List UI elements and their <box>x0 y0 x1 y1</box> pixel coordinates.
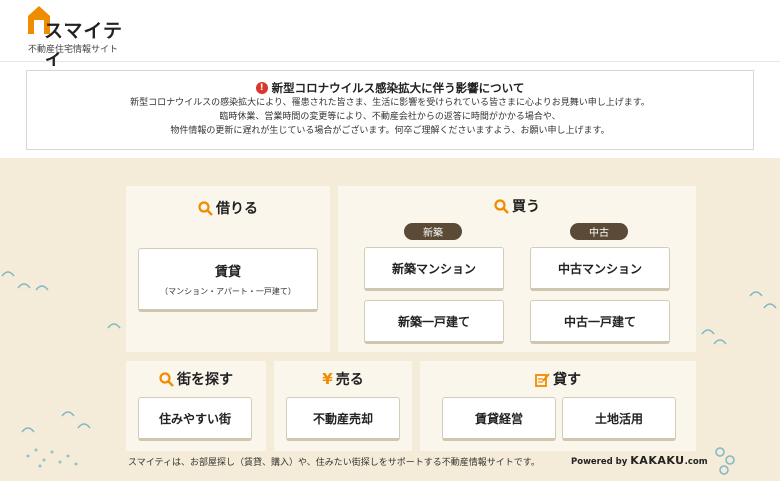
used-mansion-button[interactable]: 中古マンション <box>530 247 670 291</box>
rental-button[interactable]: 賃貸 （マンション・アパート・一戸建て） <box>138 248 318 312</box>
edit-icon <box>535 372 550 387</box>
land-use-button[interactable]: 土地活用 <box>562 397 676 441</box>
rent-panel: 借りる 賃貸 （マンション・アパート・一戸建て） <box>126 186 330 352</box>
buy-panel-title: 買う <box>338 196 696 216</box>
rent-title: 借りる <box>216 201 258 217</box>
notice-line: 臨時休業、営業時間の変更等により、不動産会社からの返答に時間がかかる場合や、 <box>219 112 561 122</box>
site-description: スマイティは、お部屋探し（賃貸、購入）や、住みたい街探しをサポートする不動産情報… <box>128 458 540 468</box>
powered-by-label: Powered by <box>571 457 628 467</box>
used-tag: 中古 <box>570 223 628 240</box>
real-estate-sale-button[interactable]: 不動産売却 <box>286 397 400 441</box>
alert-icon: ! <box>255 82 268 94</box>
town-title: 街を探す <box>177 372 233 388</box>
cloud-icon <box>701 291 777 345</box>
new-build-tag: 新築 <box>404 223 462 240</box>
notice-line: 物件情報の更新に遅れが生じている場合がございます。何卒ご理解くださいますよう、お… <box>170 126 610 136</box>
buy-title: 買う <box>512 199 540 215</box>
sell-title: 売る <box>335 372 364 388</box>
lend-title: 貸す <box>553 372 581 388</box>
notice-title: ! 新型コロナウイルス感染拡大に伴う影響について <box>27 80 753 96</box>
site-header: スマイティ 不動産住宅情報サイト <box>0 0 780 69</box>
rental-button-sublabel: （マンション・アパート・一戸建て） <box>160 287 296 296</box>
sell-panel-title: ¥ 売る <box>274 369 412 389</box>
search-icon <box>198 200 213 216</box>
new-house-button[interactable]: 新築一戸建て <box>364 300 504 344</box>
main-area: 借りる 賃貸 （マンション・アパート・一戸建て） 買う 新築 中古 新築マンショ… <box>0 158 780 481</box>
buy-panel: 買う 新築 中古 新築マンション 中古マンション 新築一戸建て 中古一戸建て <box>338 186 696 352</box>
site-logo[interactable]: スマイティ 不動産住宅情報サイト <box>28 4 138 69</box>
rent-panel-title: 借りる <box>126 198 330 218</box>
kakaku-logo: KAKAKU <box>630 454 685 467</box>
new-mansion-button[interactable]: 新築マンション <box>364 247 504 291</box>
rental-button-label: 賃貸 <box>214 265 241 280</box>
kakaku-logo-suffix: .com <box>684 457 708 467</box>
lend-panel-title: 貸す <box>420 369 696 389</box>
used-house-button[interactable]: 中古一戸建て <box>530 300 670 344</box>
town-panel-title: 街を探す <box>126 369 266 389</box>
powered-by[interactable]: Powered by KAKAKU.com <box>571 454 708 467</box>
town-panel: 街を探す 住みやすい街 <box>126 361 266 451</box>
logo-subtitle: 不動産住宅情報サイト <box>28 45 119 55</box>
notice-title-text[interactable]: 新型コロナウイルス感染拡大に伴う影響について <box>272 80 525 96</box>
cloud-icon <box>21 411 91 468</box>
balloon-icon <box>715 447 735 475</box>
search-icon <box>494 198 509 214</box>
covid-notice: ! 新型コロナウイルス感染拡大に伴う影響について 新型コロナウイルスの感染拡大に… <box>26 70 754 150</box>
livable-town-button[interactable]: 住みやすい街 <box>138 397 252 441</box>
yen-icon: ¥ <box>322 370 333 388</box>
sell-panel: ¥ 売る 不動産売却 <box>274 361 412 451</box>
cloud-icon <box>1 271 49 291</box>
rental-management-button[interactable]: 賃貸経営 <box>442 397 556 441</box>
lend-panel: 貸す 賃貸経営 土地活用 <box>420 361 696 451</box>
search-icon <box>159 371 174 387</box>
notice-line: 新型コロナウイルスの感染拡大により、罹患された皆さま、生活に影響を受けられている… <box>130 98 650 108</box>
